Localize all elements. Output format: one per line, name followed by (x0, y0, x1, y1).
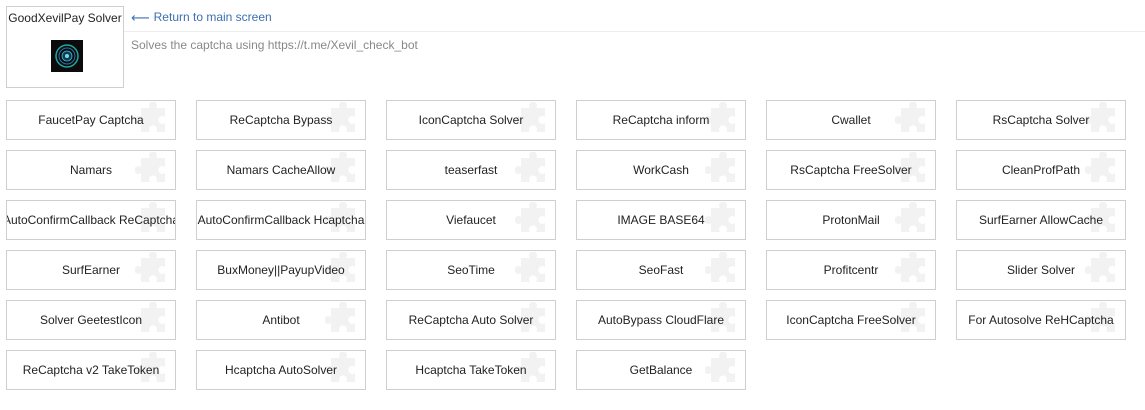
solver-button-label: IconCaptcha Solver (418, 113, 524, 127)
solver-button-label: IMAGE BASE64 (617, 213, 705, 227)
puzzle-watermark-icon (135, 152, 165, 182)
solver-button[interactable]: AutoConfirmCallback Hcaptcha (196, 200, 366, 240)
return-to-main-link[interactable]: ⟵ Return to main screen (131, 10, 272, 24)
solver-button-label: ReCaptcha Bypass (229, 113, 333, 127)
solver-button[interactable]: ReCaptcha Auto Solver (386, 300, 556, 340)
puzzle-watermark-icon (895, 202, 925, 232)
puzzle-watermark-icon (1085, 102, 1115, 132)
puzzle-watermark-icon (895, 102, 925, 132)
solver-button[interactable]: WorkCash (576, 150, 746, 190)
solver-button-grid: FaucetPay Captcha ReCaptcha Bypass IconCap… (6, 100, 1126, 390)
puzzle-watermark-icon (1085, 152, 1115, 182)
solver-button-label: SeoTime (447, 263, 495, 277)
app-card: GoodXevilPay Solver (6, 6, 124, 88)
solver-button-label: RsCaptcha FreeSolver (790, 163, 912, 177)
puzzle-watermark-icon (705, 152, 735, 182)
puzzle-watermark-icon (515, 202, 545, 232)
solver-button-label: ReCaptcha Auto Solver (408, 313, 534, 327)
solver-button-label: IconCaptcha FreeSolver (786, 313, 916, 327)
puzzle-watermark-icon (705, 202, 735, 232)
solver-button-label: ReCaptcha v2 TakeToken (22, 363, 160, 377)
solver-button[interactable]: SurfEarner AllowCache (956, 200, 1126, 240)
solver-button-label: Viefaucet (446, 213, 496, 227)
solver-button-label: RsCaptcha Solver (992, 113, 1090, 127)
solver-button-label: Namars CacheAllow (226, 163, 336, 177)
solver-button-label: WorkCash (633, 163, 689, 177)
puzzle-watermark-icon (705, 102, 735, 132)
puzzle-watermark-icon (515, 152, 545, 182)
solver-button[interactable]: teaserfast (386, 150, 556, 190)
solver-button[interactable]: FaucetPay Captcha (6, 100, 176, 140)
solver-button[interactable]: Viefaucet (386, 200, 556, 240)
puzzle-watermark-icon (325, 302, 355, 332)
solver-button[interactable]: SeoFast (576, 250, 746, 290)
solver-button-label: CleanProfPath (1001, 163, 1081, 177)
solver-button[interactable]: AutoBypass CloudFlare (576, 300, 746, 340)
solver-button[interactable]: RsCaptcha Solver (956, 100, 1126, 140)
arrow-left-icon: ⟵ (131, 9, 150, 25)
solver-button[interactable]: ReCaptcha Bypass (196, 100, 366, 140)
solver-button-label: GetBalance (629, 363, 693, 377)
page-subtitle: Solves the captcha using https://t.me/Xe… (131, 38, 418, 52)
header-divider (124, 31, 1145, 32)
solver-button[interactable]: Antibot (196, 300, 366, 340)
solver-button[interactable]: Solver GeetestIcon (6, 300, 176, 340)
solver-button-label: Namars (69, 163, 112, 177)
solver-button-label: FaucetPay Captcha (38, 113, 144, 127)
solver-button[interactable]: ProtonMail (766, 200, 936, 240)
solver-button[interactable]: IMAGE BASE64 (576, 200, 746, 240)
solver-button[interactable]: Profitcentr (766, 250, 936, 290)
solver-button[interactable]: Hcaptcha TakeToken (386, 350, 556, 390)
solver-button[interactable]: AutoConfirmCallback ReCaptcha (6, 200, 176, 240)
solver-button[interactable]: SeoTime (386, 250, 556, 290)
xevil-logo-icon (51, 40, 83, 72)
solver-button-label: AutoConfirmCallback ReCaptcha (6, 213, 176, 227)
solver-button-label: SurfEarner (61, 263, 121, 277)
solver-button[interactable]: RsCaptcha FreeSolver (766, 150, 936, 190)
solver-button-label: Hcaptcha TakeToken (415, 363, 527, 377)
solver-button[interactable]: IconCaptcha Solver (386, 100, 556, 140)
solver-button-label: For Autosolve ReHCaptcha (968, 313, 1114, 327)
puzzle-watermark-icon (895, 252, 925, 282)
solver-button-label: SurfEarner AllowCache (978, 213, 1104, 227)
solver-button-label: ReCaptcha inform (612, 113, 710, 127)
solver-button-label: BuxMoney||PayupVideo (217, 263, 345, 277)
solver-button[interactable]: Namars (6, 150, 176, 190)
puzzle-watermark-icon (705, 252, 735, 282)
solver-button[interactable]: SurfEarner (6, 250, 176, 290)
puzzle-watermark-icon (135, 252, 165, 282)
solver-button-label: Hcaptcha AutoSolver (224, 363, 338, 377)
puzzle-watermark-icon (515, 252, 545, 282)
return-to-main-label: Return to main screen (153, 10, 272, 24)
solver-button[interactable]: For Autosolve ReHCaptcha (956, 300, 1126, 340)
solver-button-label: Antibot (262, 313, 300, 327)
solver-button[interactable]: Namars CacheAllow (196, 150, 366, 190)
solver-button-label: SeoFast (638, 263, 684, 277)
solver-button-label: Slider Solver (1006, 263, 1076, 277)
solver-button-label: Solver GeetestIcon (39, 313, 143, 327)
solver-button-label: AutoConfirmCallback Hcaptcha (197, 213, 365, 227)
solver-button[interactable]: Slider Solver (956, 250, 1126, 290)
solver-button[interactable]: ReCaptcha inform (576, 100, 746, 140)
solver-button-label: Profitcentr (823, 263, 879, 277)
app-title: GoodXevilPay Solver (8, 11, 122, 25)
solver-button[interactable]: IconCaptcha FreeSolver (766, 300, 936, 340)
puzzle-watermark-icon (705, 352, 735, 382)
solver-button[interactable]: ReCaptcha v2 TakeToken (6, 350, 176, 390)
solver-button-label: AutoBypass CloudFlare (597, 313, 725, 327)
solver-button[interactable]: BuxMoney||PayupVideo (196, 250, 366, 290)
solver-button[interactable]: GetBalance (576, 350, 746, 390)
solver-button[interactable]: CleanProfPath (956, 150, 1126, 190)
solver-button-label: teaserfast (444, 163, 498, 177)
solver-button-label: ProtonMail (822, 213, 880, 227)
solver-button[interactable]: Cwallet (766, 100, 936, 140)
puzzle-watermark-icon (1085, 252, 1115, 282)
solver-button[interactable]: Hcaptcha AutoSolver (196, 350, 366, 390)
solver-button-label: Cwallet (831, 113, 871, 127)
